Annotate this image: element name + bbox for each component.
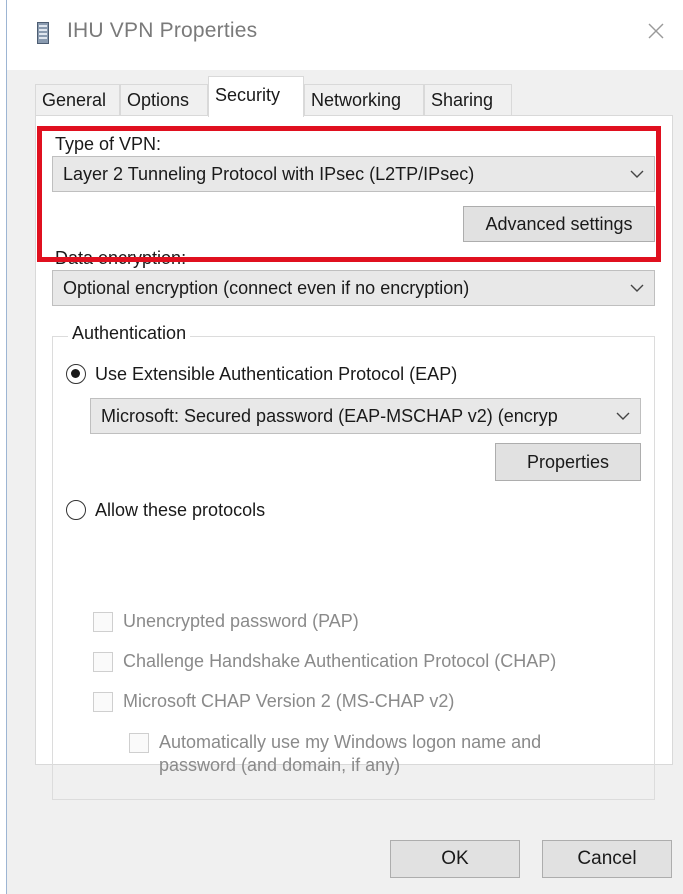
auto-logon-label-line2: password (and domain, if any) bbox=[159, 755, 401, 775]
properties-button[interactable]: Properties bbox=[495, 443, 641, 481]
vpn-type-select[interactable]: Layer 2 Tunneling Protocol with IPsec (L… bbox=[52, 156, 655, 192]
vpn-type-label: Type of VPN: bbox=[55, 134, 162, 154]
vpn-type-value: Layer 2 Tunneling Protocol with IPsec (L… bbox=[63, 164, 475, 184]
tab-security[interactable]: Security bbox=[208, 76, 304, 117]
authentication-group-title: Authentication bbox=[68, 323, 191, 344]
tab-sharing[interactable]: Sharing bbox=[424, 84, 512, 116]
title-bar: IHU VPN Properties bbox=[7, 0, 683, 70]
pap-checkbox[interactable] bbox=[93, 612, 113, 632]
mschapv2-label: Microsoft CHAP Version 2 (MS-CHAP v2) bbox=[123, 691, 455, 711]
chevron-down-icon bbox=[616, 412, 630, 421]
data-encryption-value: Optional encryption (connect even if no … bbox=[63, 278, 470, 298]
tab-general[interactable]: General bbox=[35, 84, 120, 116]
data-encryption-label: Data encryption: bbox=[55, 248, 187, 268]
ok-button[interactable]: OK bbox=[390, 840, 520, 878]
tab-options[interactable]: Options bbox=[120, 84, 208, 116]
eap-radio-label[interactable]: Use Extensible Authentication Protocol (… bbox=[95, 364, 457, 385]
window-title: IHU VPN Properties bbox=[67, 19, 258, 42]
auto-logon-label-line1: Automatically use my Windows logon name … bbox=[159, 732, 542, 752]
chap-checkbox[interactable] bbox=[93, 652, 113, 672]
cancel-button[interactable]: Cancel bbox=[542, 840, 672, 878]
advanced-settings-button[interactable]: Advanced settings bbox=[463, 206, 655, 242]
eap-method-value: Microsoft: Secured password (EAP-MSCHAP … bbox=[101, 406, 558, 426]
chevron-down-icon bbox=[630, 170, 644, 178]
tab-networking[interactable]: Networking bbox=[304, 84, 424, 116]
properties-dialog: IHU VPN Properties General Options Secur… bbox=[6, 0, 683, 894]
radio-selected-dot bbox=[71, 369, 80, 378]
eap-method-select[interactable]: Microsoft: Secured password (EAP-MSCHAP … bbox=[90, 398, 641, 434]
chevron-down-icon bbox=[630, 284, 644, 292]
eap-radio[interactable] bbox=[66, 364, 86, 384]
chap-label: Challenge Handshake Authentication Proto… bbox=[123, 651, 557, 671]
mschapv2-checkbox[interactable] bbox=[93, 692, 113, 712]
vpn-connection-icon bbox=[37, 22, 49, 44]
data-encryption-select[interactable]: Optional encryption (connect even if no … bbox=[52, 270, 655, 306]
pap-label: Unencrypted password (PAP) bbox=[123, 611, 359, 631]
auto-logon-checkbox[interactable] bbox=[129, 733, 149, 753]
close-icon[interactable] bbox=[643, 18, 669, 44]
allow-protocols-radio[interactable] bbox=[66, 500, 86, 520]
allow-protocols-label[interactable]: Allow these protocols bbox=[95, 500, 265, 521]
